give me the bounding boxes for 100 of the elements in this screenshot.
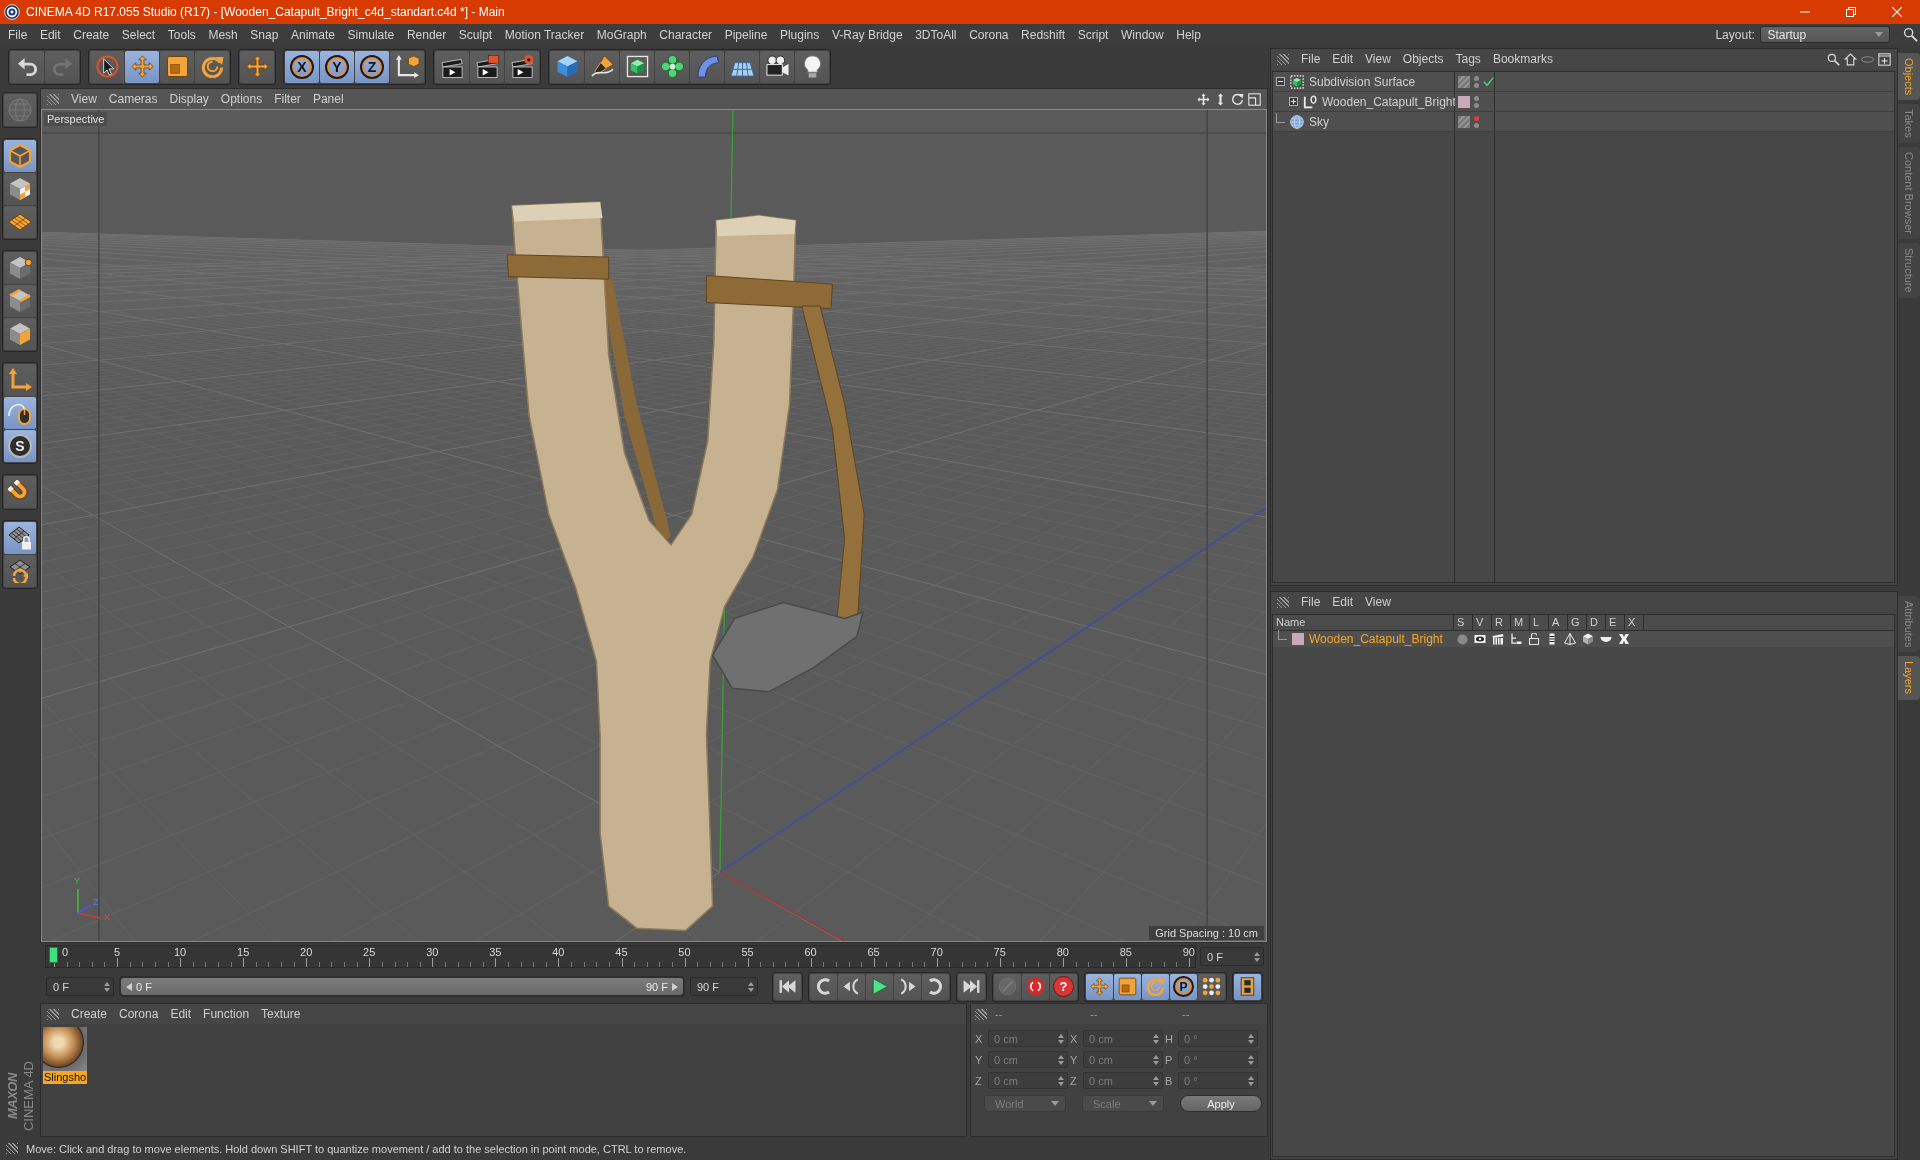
key-point-level-button[interactable] [1198,973,1225,1000]
z-axis-button[interactable]: Z [355,50,389,83]
menu-item[interactable]: Plugins [779,27,820,42]
subdivision-button[interactable] [620,50,654,83]
panel-grip-icon[interactable] [975,1008,987,1020]
camera-button[interactable] [760,50,794,83]
select-tool-button[interactable] [90,50,124,83]
material-thumbnail[interactable] [43,1027,87,1071]
render-picture-button[interactable] [470,50,504,83]
layer-color-swatch[interactable] [1292,633,1304,645]
pyramid-icon[interactable] [1564,633,1576,645]
layer-menu-item[interactable]: Edit [1332,595,1354,609]
edges-mode-button[interactable] [4,285,36,317]
previous-frame-button[interactable] [838,973,865,1000]
axis-mode-button[interactable] [4,364,36,396]
rotate-icon[interactable] [1231,92,1244,106]
material-menu-item[interactable]: Corona [119,1007,159,1021]
render-visibility-dot[interactable] [1474,102,1479,108]
spinner-icon[interactable] [748,981,754,992]
layer-menu-item[interactable]: View [1365,595,1391,609]
layer-menu-item[interactable]: File [1301,595,1321,609]
column-header[interactable]: A [1549,615,1567,630]
material-menu-item[interactable]: Create [71,1007,108,1021]
panel-grip-icon[interactable] [47,1008,59,1020]
editor-visibility-dot[interactable] [1474,75,1479,81]
scale-tool-button[interactable] [160,50,194,83]
menu-item[interactable]: Snap [250,27,279,42]
timeline-ruler[interactable]: 0 5 10 15 20 25 30 35 40 45 50 55 60 65 70 75 80 85 90 [45,945,1196,968]
column-header[interactable]: E [1606,615,1624,630]
column-header[interactable]: R [1492,615,1510,630]
keyframe-selection-button[interactable]: ? [1050,973,1077,1000]
menu-item[interactable]: Select [121,27,156,42]
side-tab[interactable]: Layers [1898,656,1920,700]
column-header[interactable]: L [1530,615,1548,630]
panel-grip-icon[interactable] [47,93,59,105]
viewport-menu-item[interactable]: Options [220,92,263,106]
arrow-right-icon[interactable] [672,982,678,991]
menu-item[interactable]: Corona [969,27,1009,42]
render-settings-button[interactable] [505,50,539,83]
viewport-menu-item[interactable]: Cameras [108,92,158,106]
object-row[interactable]: Sky [1273,112,1894,132]
home-icon[interactable] [1844,52,1857,66]
floor-button[interactable] [725,50,759,83]
column-header[interactable]: G [1568,615,1586,630]
menu-item[interactable]: Pipeline [724,27,768,42]
undo-button[interactable] [10,50,44,83]
editor-visibility-dot[interactable] [1474,115,1479,121]
previous-key-button[interactable] [810,973,837,1000]
material-menu-item[interactable]: Edit [170,1007,192,1021]
viewport-menu-item[interactable]: Filter [274,92,301,106]
model-mode-button[interactable] [4,140,36,172]
menu-item[interactable]: Animate [290,27,335,42]
hatched-square-icon[interactable] [1458,75,1470,88]
tree-branch-icon[interactable] [1510,633,1522,645]
column-header[interactable]: X [1625,615,1643,630]
key-rotation-button[interactable] [1142,973,1169,1000]
menu-item[interactable]: V-Ray Bridge [831,27,903,42]
oval-icon[interactable] [1861,55,1874,63]
object-menu-item[interactable]: Objects [1402,52,1444,66]
key-position-button[interactable] [1086,973,1113,1000]
cube-button[interactable] [550,50,584,83]
object-menu-item[interactable]: Tags [1455,52,1481,66]
eye-icon[interactable] [1474,633,1486,645]
menu-item[interactable]: Character [659,27,713,42]
menu-item[interactable]: Mesh [208,27,238,42]
menu-item[interactable]: 3DToAll [915,27,957,42]
object-menu-item[interactable]: File [1301,52,1321,66]
render-visibility-dot[interactable] [1474,82,1479,88]
menu-item[interactable]: File [8,27,28,42]
playhead-marker[interactable] [49,947,58,963]
render-view-button[interactable] [435,50,469,83]
add-panel-icon[interactable] [1878,52,1891,66]
viewport[interactable]: Perspective Y Z X Grid Spacing : 10 cm [41,109,1267,942]
column-header[interactable]: D [1587,615,1605,630]
menu-item[interactable]: Window [1121,27,1164,42]
material-name[interactable]: Slingsho [43,1071,88,1084]
menu-item[interactable]: Motion Tracker [504,27,585,42]
editor-visibility-dot[interactable] [1474,95,1479,101]
play-button[interactable] [866,973,893,1000]
arrow-left-icon[interactable] [126,982,132,991]
points-mode-button[interactable] [4,252,36,284]
render-visibility-dot[interactable] [1474,122,1479,128]
menu-item[interactable]: Script [1077,27,1109,42]
x-shape-icon[interactable] [1618,633,1630,645]
next-frame-button[interactable] [894,973,921,1000]
menu-item[interactable]: Sculpt [458,27,493,42]
next-key-button[interactable] [922,973,949,1000]
pen-button[interactable] [585,50,619,83]
collapse-icon[interactable] [1276,77,1285,86]
viewport-menu-item[interactable]: View [71,92,97,106]
search-icon[interactable] [1903,27,1918,42]
end-frame-field[interactable]: 90 F [690,977,758,996]
solo-button[interactable]: S [4,430,36,462]
menu-item[interactable]: Render [406,27,447,42]
menu-item[interactable]: Help [1176,27,1201,42]
hatched-square-icon[interactable] [1458,115,1470,128]
column-header[interactable]: V [1473,615,1491,630]
object-menu-item[interactable]: Bookmarks [1492,52,1553,66]
menu-item[interactable]: MoGraph [596,27,647,42]
material-menu-item[interactable]: Function [203,1007,250,1021]
